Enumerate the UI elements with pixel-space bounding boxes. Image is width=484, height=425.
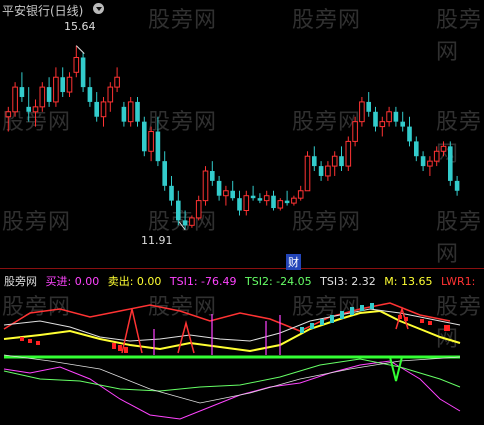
candlestick xyxy=(114,67,120,93)
candlestick xyxy=(121,101,127,127)
legend-tsi2: TSI2: -24.05 xyxy=(245,275,312,288)
candlestick xyxy=(19,72,25,102)
candlestick xyxy=(80,52,86,93)
indicator-chart[interactable] xyxy=(0,269,484,425)
sell-signal xyxy=(389,356,403,382)
legend-tsi1: TSI1: -76.49 xyxy=(169,275,237,288)
candlestick xyxy=(359,96,365,127)
candlestick xyxy=(26,87,31,122)
candlestick xyxy=(210,161,215,186)
candlestick xyxy=(297,185,304,201)
candlestick xyxy=(263,190,270,206)
candlestick xyxy=(325,161,331,181)
candlestick xyxy=(32,99,39,127)
indicator-pane[interactable]: 股旁网 股旁网 股旁网 股旁网 股旁网 买进: 0.00 卖出: 0.00 TS… xyxy=(0,268,484,425)
price-chart-pane[interactable]: 平安银行(日线) 股旁网 股旁网 股旁网 股旁网 股旁网 股旁网 股旁网 股旁网… xyxy=(0,0,484,270)
candlestick xyxy=(189,215,195,228)
candlestick xyxy=(427,156,433,176)
candlestick xyxy=(271,190,276,211)
candlestick xyxy=(291,195,297,206)
momentum-bars-up xyxy=(300,303,374,333)
candlestick xyxy=(53,67,59,107)
candlestick xyxy=(400,111,405,132)
candlestick xyxy=(454,175,460,196)
candlestick xyxy=(331,151,338,176)
candlestick-chart[interactable] xyxy=(0,0,484,266)
candlestick xyxy=(169,175,174,206)
candlestick xyxy=(373,106,378,132)
candlestick xyxy=(142,116,147,157)
candlestick xyxy=(148,126,154,162)
candlestick xyxy=(87,77,93,107)
tsi3-line xyxy=(3,308,461,342)
candlestick xyxy=(407,116,412,147)
candlestick xyxy=(176,190,181,226)
candlestick xyxy=(379,116,386,137)
indicator-name: 股旁网 xyxy=(4,275,37,288)
candlestick xyxy=(414,136,419,162)
candlestick xyxy=(230,180,235,201)
candlestick xyxy=(107,82,114,112)
indicator-legend: 股旁网 买进: 0.00 卖出: 0.00 TSI1: -76.49 TSI2:… xyxy=(0,273,480,289)
candlestick xyxy=(237,190,242,216)
candlestick xyxy=(94,92,99,122)
candlestick xyxy=(100,96,107,127)
candlestick xyxy=(339,146,344,172)
candlestick xyxy=(277,198,284,211)
candlestick xyxy=(448,141,453,186)
candlestick xyxy=(46,77,52,107)
candlestick xyxy=(162,151,167,191)
candlestick xyxy=(304,151,311,192)
candlestick xyxy=(66,72,73,97)
legend-sell: 卖出: 0.00 xyxy=(107,275,162,288)
candlestick xyxy=(420,151,426,172)
candlestick xyxy=(12,82,18,117)
candlestick xyxy=(216,175,222,201)
candlestick xyxy=(60,67,65,97)
candlestick xyxy=(73,45,80,78)
high-price-label: 15.64 xyxy=(64,20,96,33)
candlestick xyxy=(440,141,447,157)
candlestick xyxy=(433,146,440,167)
financial-report-badge[interactable]: 财 xyxy=(286,254,301,270)
candlestick xyxy=(318,161,324,181)
candlestick xyxy=(366,92,371,117)
candlestick xyxy=(386,106,392,127)
collapse-toggle-icon[interactable] xyxy=(93,3,104,14)
candlestick xyxy=(393,106,399,127)
candlestick xyxy=(202,166,209,206)
candlestick xyxy=(312,146,317,172)
candlestick xyxy=(257,193,263,204)
legend-buy: 买进: 0.00 xyxy=(45,275,100,288)
candlestick xyxy=(155,116,161,167)
m-line xyxy=(3,309,461,353)
candlestick xyxy=(135,96,140,127)
candlestick xyxy=(352,116,358,147)
candlestick xyxy=(127,96,134,127)
candlestick xyxy=(5,106,12,132)
tsi1-line xyxy=(3,360,461,420)
high-pointer xyxy=(75,45,85,54)
legend-lwr1: LWR1: xyxy=(440,275,476,288)
candlestick xyxy=(250,185,256,201)
low-price-label: 11.91 xyxy=(141,234,173,247)
legend-tsi3: TSI3: 2.32 xyxy=(320,275,376,288)
candlestick xyxy=(243,190,250,216)
candlestick xyxy=(39,82,46,112)
buy-signals xyxy=(121,306,409,354)
candlestick xyxy=(284,190,290,206)
chart-title: 平安银行(日线) xyxy=(2,4,84,18)
candlestick xyxy=(195,195,202,221)
legend-m: M: 13.65 xyxy=(384,275,433,288)
candlestick xyxy=(223,185,229,206)
candlestick xyxy=(345,136,352,172)
